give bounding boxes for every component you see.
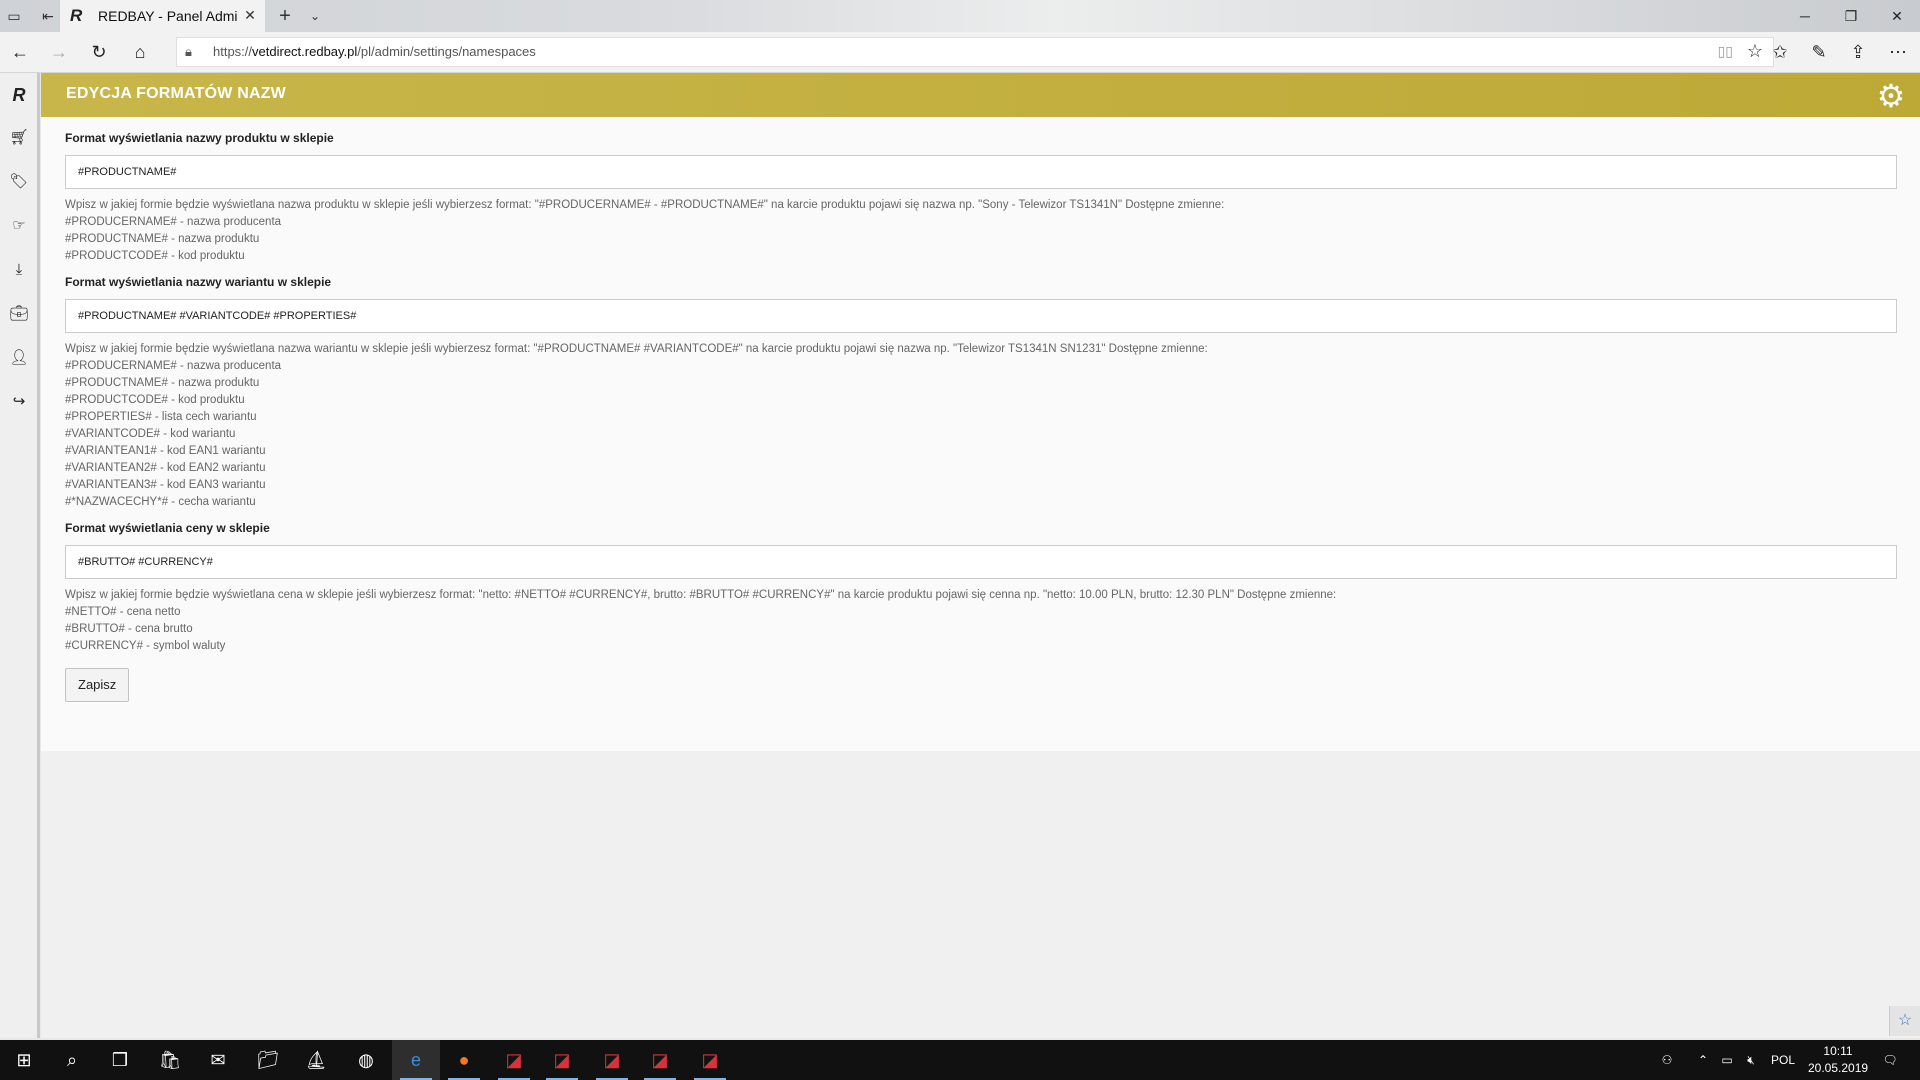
save-button[interactable]: Zapisz	[65, 668, 130, 702]
help-var: #PRODUCERNAME# - nazwa producenta	[65, 216, 282, 228]
clock-date: 20.05.2019	[1808, 1061, 1869, 1075]
price-format-help: Wpisz w jakiej formie będzie wyświetlana…	[65, 587, 1897, 655]
clock[interactable]: 10:11 20.05.2019	[1808, 1043, 1868, 1077]
windows-taskbar: ⊞ ⌕ ❒ 🛍︎ ✉ 📁︎ ⛵︎ ◍ e ● ◪ ◪ ◪ ◪ ◪ ⚇ ⌃ ▭ 🔇…	[0, 1040, 1920, 1080]
redbay-app-icon[interactable]: ◪	[490, 1040, 538, 1080]
clock-time: 10:11	[1823, 1044, 1853, 1058]
product-format-help: Wpisz w jakiej formie będzie wyświetlana…	[65, 197, 1897, 265]
page-header: EDYCJA FORMATÓW NAZW ⚙	[41, 73, 1920, 117]
variant-format-input[interactable]	[65, 299, 1897, 333]
task-view-icon[interactable]: ❒	[96, 1040, 144, 1080]
favorites-star-icon[interactable]: ☆	[1889, 1006, 1920, 1036]
redbay-app-icon[interactable]: ◪	[686, 1040, 734, 1080]
help-var: #PROPERTIES# - lista cech wariantu	[65, 411, 257, 423]
help-var: #PRODUCERNAME# - nazwa producenta	[65, 360, 282, 372]
pen-notes-icon[interactable]: ✎	[1807, 40, 1831, 64]
briefcase-icon[interactable]: 💼︎	[8, 303, 30, 325]
firefox-icon[interactable]: ●	[440, 1040, 488, 1080]
redbay-app-icon[interactable]: ◪	[588, 1040, 636, 1080]
chevron-up-icon[interactable]: ⌃	[1692, 1040, 1714, 1080]
store-icon[interactable]: 🛍︎	[146, 1040, 194, 1080]
app-icon[interactable]: ⛵︎	[292, 1040, 340, 1080]
logout-icon[interactable]: ↪	[8, 391, 30, 413]
help-var: #PRODUCTCODE# - kod produktu	[65, 250, 245, 262]
favorite-star-icon[interactable]: ☆	[1747, 41, 1763, 62]
tab-title: REDBAY - Panel Admini	[98, 8, 238, 24]
browser-tab-strip: ▭ ⇤ R REDBAY - Panel Admini ✕ + ⌄ ─ ❐ ✕	[0, 0, 1920, 32]
help-text: Wpisz w jakiej formie będzie wyświetlana…	[65, 199, 1225, 211]
main-panel: EDYCJA FORMATÓW NAZW ⚙ Format wyświetlan…	[41, 73, 1920, 751]
product-format-group: Format wyświetlania nazwy produktu w skl…	[65, 131, 1897, 265]
page-title: EDYCJA FORMATÓW NAZW	[66, 85, 286, 102]
download-icon[interactable]: ⤓	[8, 259, 30, 281]
share-icon[interactable]: ⇪	[1846, 40, 1870, 64]
help-var: #PRODUCTCODE# - kod produktu	[65, 394, 245, 406]
price-format-label: Format wyświetlania ceny w sklepie	[65, 521, 270, 535]
home-icon[interactable]: ⌂	[128, 40, 152, 64]
network-icon[interactable]: ▭	[1716, 1040, 1738, 1080]
product-format-input[interactable]	[65, 155, 1897, 189]
browser-toolbar: ← → ↻ ⌂ 🔒︎ https://vetdirect.redbay.pl/p…	[0, 32, 1920, 73]
tab-actions-icon[interactable]: ▭	[4, 6, 24, 26]
help-var: #BRUTTO# - cena brutto	[65, 623, 193, 635]
windows-start-icon[interactable]: ⊞	[0, 1040, 48, 1080]
file-explorer-icon[interactable]: 📁︎	[244, 1040, 292, 1080]
notifications-icon[interactable]: 🗨︎	[1870, 1040, 1910, 1080]
minimize-button[interactable]: ─	[1782, 0, 1828, 32]
browser-tab-active[interactable]: R REDBAY - Panel Admini ✕	[60, 0, 265, 32]
lock-icon: 🔒︎	[185, 44, 192, 59]
new-tab-button[interactable]: +	[274, 5, 296, 27]
help-var: #PRODUCTNAME# - nazwa produktu	[65, 377, 260, 389]
namespaces-form: Format wyświetlania nazwy produktu w skl…	[65, 131, 1897, 702]
favorites-hub-icon[interactable]: ✩	[1768, 40, 1792, 64]
reading-view-icon[interactable]: ▯▯	[1718, 43, 1733, 60]
search-icon[interactable]: ⌕	[48, 1040, 96, 1080]
variant-format-group: Format wyświetlania nazwy wariantu w skl…	[65, 275, 1897, 511]
refresh-icon[interactable]: ↻	[87, 40, 111, 64]
mail-icon[interactable]: ✉	[194, 1040, 242, 1080]
hand-point-icon[interactable]: ☞	[8, 215, 30, 237]
page-empty-area	[41, 751, 1920, 1038]
admin-sidebar: R 🛒︎ 🏷︎ ☞ ⤓ 💼︎ 👤︎ ↪	[0, 73, 40, 1038]
product-format-label: Format wyświetlania nazwy produktu w skl…	[65, 131, 334, 145]
set-aside-tabs-icon[interactable]: ⇤	[38, 6, 58, 26]
people-icon[interactable]: ⚇	[1654, 1040, 1680, 1080]
help-var: #VARIANTCODE# - kod wariantu	[65, 428, 236, 440]
user-icon[interactable]: 👤︎	[8, 347, 30, 369]
gear-icon[interactable]: ⚙	[1874, 79, 1908, 113]
edge-icon[interactable]: e	[392, 1040, 440, 1080]
cart-icon[interactable]: 🛒︎	[8, 127, 30, 149]
price-format-group: Format wyświetlania ceny w sklepie Wpisz…	[65, 521, 1897, 655]
help-var: #VARIANTEAN1# - kod EAN1 wariantu	[65, 445, 266, 457]
address-bar[interactable]: 🔒︎ https://vetdirect.redbay.pl/pl/admin/…	[176, 37, 1774, 67]
redbay-app-icon[interactable]: ◪	[636, 1040, 684, 1080]
variant-format-label: Format wyświetlania nazwy wariantu w skl…	[65, 275, 332, 289]
variant-format-help: Wpisz w jakiej formie będzie wyświetlana…	[65, 341, 1897, 511]
help-var: #VARIANTEAN2# - kod EAN2 wariantu	[65, 462, 266, 474]
volume-muted-icon[interactable]: 🔇︎	[1740, 1040, 1762, 1080]
help-var: #NETTO# - cena netto	[65, 606, 181, 618]
help-var: #*NAZWACECHY*# - cecha wariantu	[65, 496, 256, 508]
more-menu-icon[interactable]: ⋯	[1886, 40, 1910, 64]
redbay-logo-icon: R	[70, 6, 83, 25]
help-text: Wpisz w jakiej formie będzie wyświetlana…	[65, 343, 1208, 355]
language-indicator[interactable]: POL	[1766, 1040, 1800, 1080]
help-text: Wpisz w jakiej formie będzie wyświetlana…	[65, 589, 1337, 601]
help-var: #VARIANTEAN3# - kod EAN3 wariantu	[65, 479, 266, 491]
url-text: https://vetdirect.redbay.pl/pl/admin/set…	[213, 44, 536, 59]
redbay-app-icon[interactable]: ◪	[538, 1040, 586, 1080]
help-var: #PRODUCTNAME# - nazwa produktu	[65, 233, 260, 245]
forward-arrow-icon[interactable]: →	[47, 40, 71, 64]
redbay-logo-icon[interactable]: R	[8, 84, 30, 106]
restore-button[interactable]: ❐	[1828, 0, 1874, 32]
tags-icon[interactable]: 🏷︎	[8, 171, 30, 193]
chevron-down-icon[interactable]: ⌄	[305, 6, 325, 26]
back-arrow-icon[interactable]: ←	[8, 40, 32, 64]
app-icon[interactable]: ◍	[342, 1040, 390, 1080]
price-format-input[interactable]	[65, 545, 1897, 579]
close-window-button[interactable]: ✕	[1874, 0, 1920, 32]
help-var: #CURRENCY# - symbol waluty	[65, 640, 226, 652]
close-tab-icon[interactable]: ✕	[241, 6, 259, 24]
